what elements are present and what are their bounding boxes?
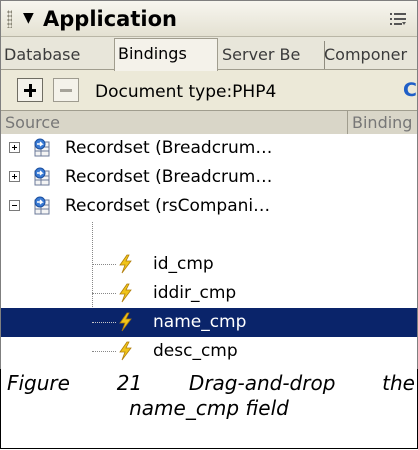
recordset-icon — [34, 138, 50, 157]
caption-word: Figure — [7, 371, 70, 395]
field-label: id_cmp — [153, 254, 214, 274]
tree-connector — [92, 293, 116, 294]
tree-connector — [92, 322, 116, 323]
tree-row-recordset[interactable]: Recordset (rsCompani… — [1, 192, 417, 221]
lightning-bolt-icon — [119, 254, 132, 274]
tab-bindings[interactable]: Bindings — [114, 38, 218, 71]
field-label: name_cmp — [153, 312, 247, 332]
tab-database[interactable]: Database — [1, 41, 118, 69]
tab-server-behaviors[interactable]: Server Be — [219, 41, 325, 69]
drag-grip-icon[interactable] — [7, 10, 12, 28]
recordset-icon — [34, 196, 50, 215]
remove-binding-button[interactable] — [53, 78, 79, 102]
tree-row-field[interactable]: id_cmp — [1, 250, 417, 279]
tree-row-field[interactable]: iddir_cmp — [1, 279, 417, 308]
column-binding[interactable]: Binding — [352, 113, 412, 132]
tab-components[interactable]: Componer — [321, 41, 417, 69]
panel-tabs: Database Bindings Server Be Componer — [1, 37, 417, 71]
panel-title-bar[interactable]: ▼ Application — [1, 1, 417, 37]
caption-line-1: Figure 21 Drag-and-drop the — [7, 371, 415, 395]
tree-row-field[interactable]: desc_cmp — [1, 337, 417, 366]
refresh-icon[interactable]: C — [403, 79, 417, 101]
tree-connector — [92, 264, 116, 265]
figure-caption: Figure 21 Drag-and-drop the name_cmp fie… — [0, 369, 418, 449]
caption-line-2: name_cmp field — [129, 396, 289, 420]
application-panel: ▼ Application Database Bindings Server B… — [0, 0, 418, 370]
recordset-label: Recordset (rsCompani… — [65, 196, 271, 216]
caption-word: Drag-and-drop — [188, 371, 336, 395]
recordset-icon — [34, 167, 50, 186]
lightning-bolt-icon — [119, 283, 132, 303]
tree-row-recordset[interactable]: Recordset (Breadcrum… — [1, 134, 417, 163]
options-menu-icon[interactable] — [389, 11, 407, 27]
column-divider[interactable] — [347, 111, 348, 134]
lightning-bolt-icon — [119, 341, 132, 361]
document-type-label: Document type:PHP4 — [95, 82, 277, 102]
field-label: iddir_cmp — [153, 283, 237, 303]
caption-word: 21 — [116, 371, 143, 395]
tree-row-recordset[interactable]: Recordset (Breadcrum… — [1, 163, 417, 192]
bindings-toolbar: Document type:PHP4 C — [1, 70, 417, 108]
column-header: Source Binding — [1, 110, 417, 135]
tree-connector — [92, 351, 116, 352]
panel-title: Application — [43, 7, 177, 31]
expand-plus-icon[interactable] — [9, 171, 20, 182]
bindings-tree: Recordset (Breadcrum… Recordset (Breadcr… — [1, 134, 417, 369]
lightning-bolt-icon — [119, 312, 132, 332]
column-source[interactable]: Source — [5, 113, 60, 132]
recordset-label: Recordset (Breadcrum… — [65, 138, 273, 158]
caption-word: the — [382, 371, 415, 395]
collapse-triangle-icon[interactable]: ▼ — [23, 10, 34, 26]
add-binding-button[interactable] — [17, 78, 43, 102]
tree-row-field-selected[interactable]: name_cmp — [1, 308, 417, 337]
expand-plus-icon[interactable] — [9, 142, 20, 153]
collapse-minus-icon[interactable] — [9, 200, 20, 211]
field-label: desc_cmp — [153, 341, 238, 361]
recordset-label: Recordset (Breadcrum… — [65, 167, 273, 187]
